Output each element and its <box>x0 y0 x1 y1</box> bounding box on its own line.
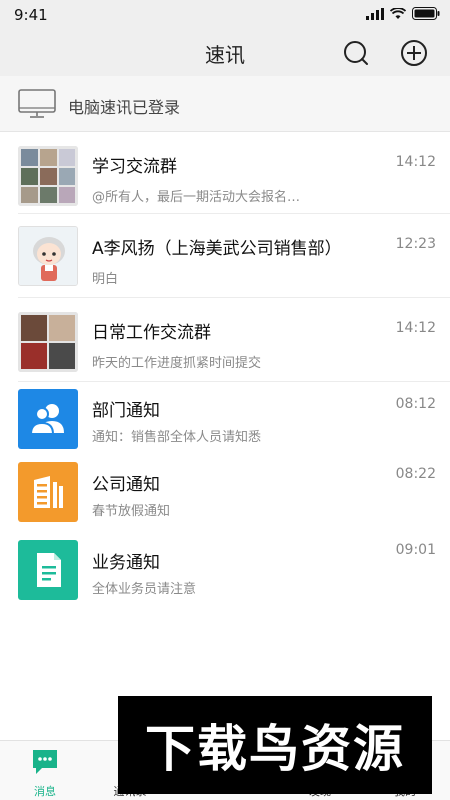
conversation-row[interactable]: 日常工作交流群 昨天的工作进度抓紧时间提交 14:12 <box>0 298 450 382</box>
group-avatar <box>18 312 78 372</box>
pc-login-banner[interactable]: 电脑速讯已登录 <box>0 76 450 132</box>
conversation-title: A李风扬（上海美武公司销售部） <box>92 239 342 259</box>
signal-icon <box>366 7 384 20</box>
conversation-title: 部门通知 <box>92 401 160 421</box>
business-notice-avatar <box>18 540 78 600</box>
conversation-time: 09:01 <box>395 542 436 558</box>
conversation-row[interactable]: 公司通知 春节放假通知 08:22 <box>0 456 450 534</box>
conversation-preview: @所有人，最后一期活动大会报名… <box>92 190 301 205</box>
plus-circle-icon[interactable] <box>400 39 428 67</box>
building-icon <box>34 476 63 508</box>
monitor-icon <box>18 89 56 118</box>
conversation-row[interactable]: 业务通知 全体业务员请注意 09:01 <box>0 534 450 612</box>
conversation-title: 公司通知 <box>92 475 160 495</box>
conversation-title: 业务通知 <box>92 553 160 573</box>
company-notice-avatar <box>18 462 78 522</box>
watermark-text: 下载鸟资源 <box>145 720 405 778</box>
group-avatar <box>18 146 78 206</box>
document-icon <box>37 553 61 587</box>
conversation-time: 08:22 <box>395 466 436 482</box>
conversation-row[interactable]: A李风扬（上海美武公司销售部） 明白 12:23 <box>0 214 450 298</box>
conversation-title: 日常工作交流群 <box>92 323 211 343</box>
conversation-time: 12:23 <box>395 236 436 252</box>
nav-bar: 速讯 <box>0 30 450 76</box>
tab-messages[interactable] <box>0 747 90 781</box>
wifi-icon <box>390 7 406 19</box>
conversation-time: 08:12 <box>395 396 436 412</box>
department-notice-avatar <box>18 389 78 449</box>
pc-login-text: 电脑速讯已登录 <box>68 98 181 117</box>
search-icon[interactable] <box>342 39 370 67</box>
status-bar: 9:41 <box>0 0 450 30</box>
conversation-preview: 春节放假通知 <box>92 504 171 519</box>
chat-bubble-icon <box>33 750 57 774</box>
conversation-time: 14:12 <box>395 320 436 336</box>
conversation-time: 14:12 <box>395 154 436 170</box>
cartoon-person-avatar <box>19 227 77 285</box>
person-avatar <box>18 226 78 286</box>
battery-icon <box>412 7 440 20</box>
conversation-preview: 昨天的工作进度抓紧时间提交 <box>92 356 262 371</box>
conversation-preview: 全体业务员请注意 <box>92 582 197 597</box>
group-photo-grid <box>18 312 78 372</box>
group-photo-grid <box>18 146 78 206</box>
status-icons <box>366 7 440 20</box>
conversation-preview: 明白 <box>92 272 119 287</box>
conversation-row[interactable]: 学习交流群 @所有人，最后一期活动大会报名… 14:12 <box>0 132 450 214</box>
watermark-banner: 下载鸟资源 <box>118 696 432 794</box>
tab-label: 消息 <box>34 785 56 798</box>
conversation-row[interactable]: 部门通知 通知：销售部全体人员请知悉 08:12 <box>0 382 450 456</box>
conversation-preview: 通知：销售部全体人员请知悉 <box>92 430 262 445</box>
status-time: 9:41 <box>14 6 48 24</box>
page-title: 速讯 <box>205 43 245 67</box>
people-icon <box>29 404 64 435</box>
conversation-title: 学习交流群 <box>92 157 177 177</box>
